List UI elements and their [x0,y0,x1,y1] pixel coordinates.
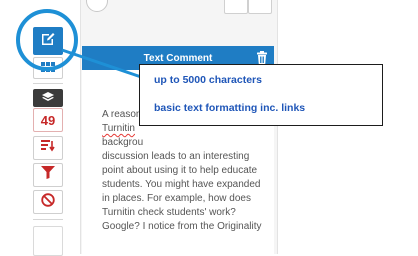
callout-line-1: up to 5000 characters [154,74,262,86]
highlight-ring [16,9,78,71]
callout-box: up to 5000 characters basic text formatt… [139,64,383,126]
callout-arrow-line [61,48,151,82]
highlight-annotation [16,9,156,86]
callout-line-2: basic text formatting inc. links [154,102,306,114]
